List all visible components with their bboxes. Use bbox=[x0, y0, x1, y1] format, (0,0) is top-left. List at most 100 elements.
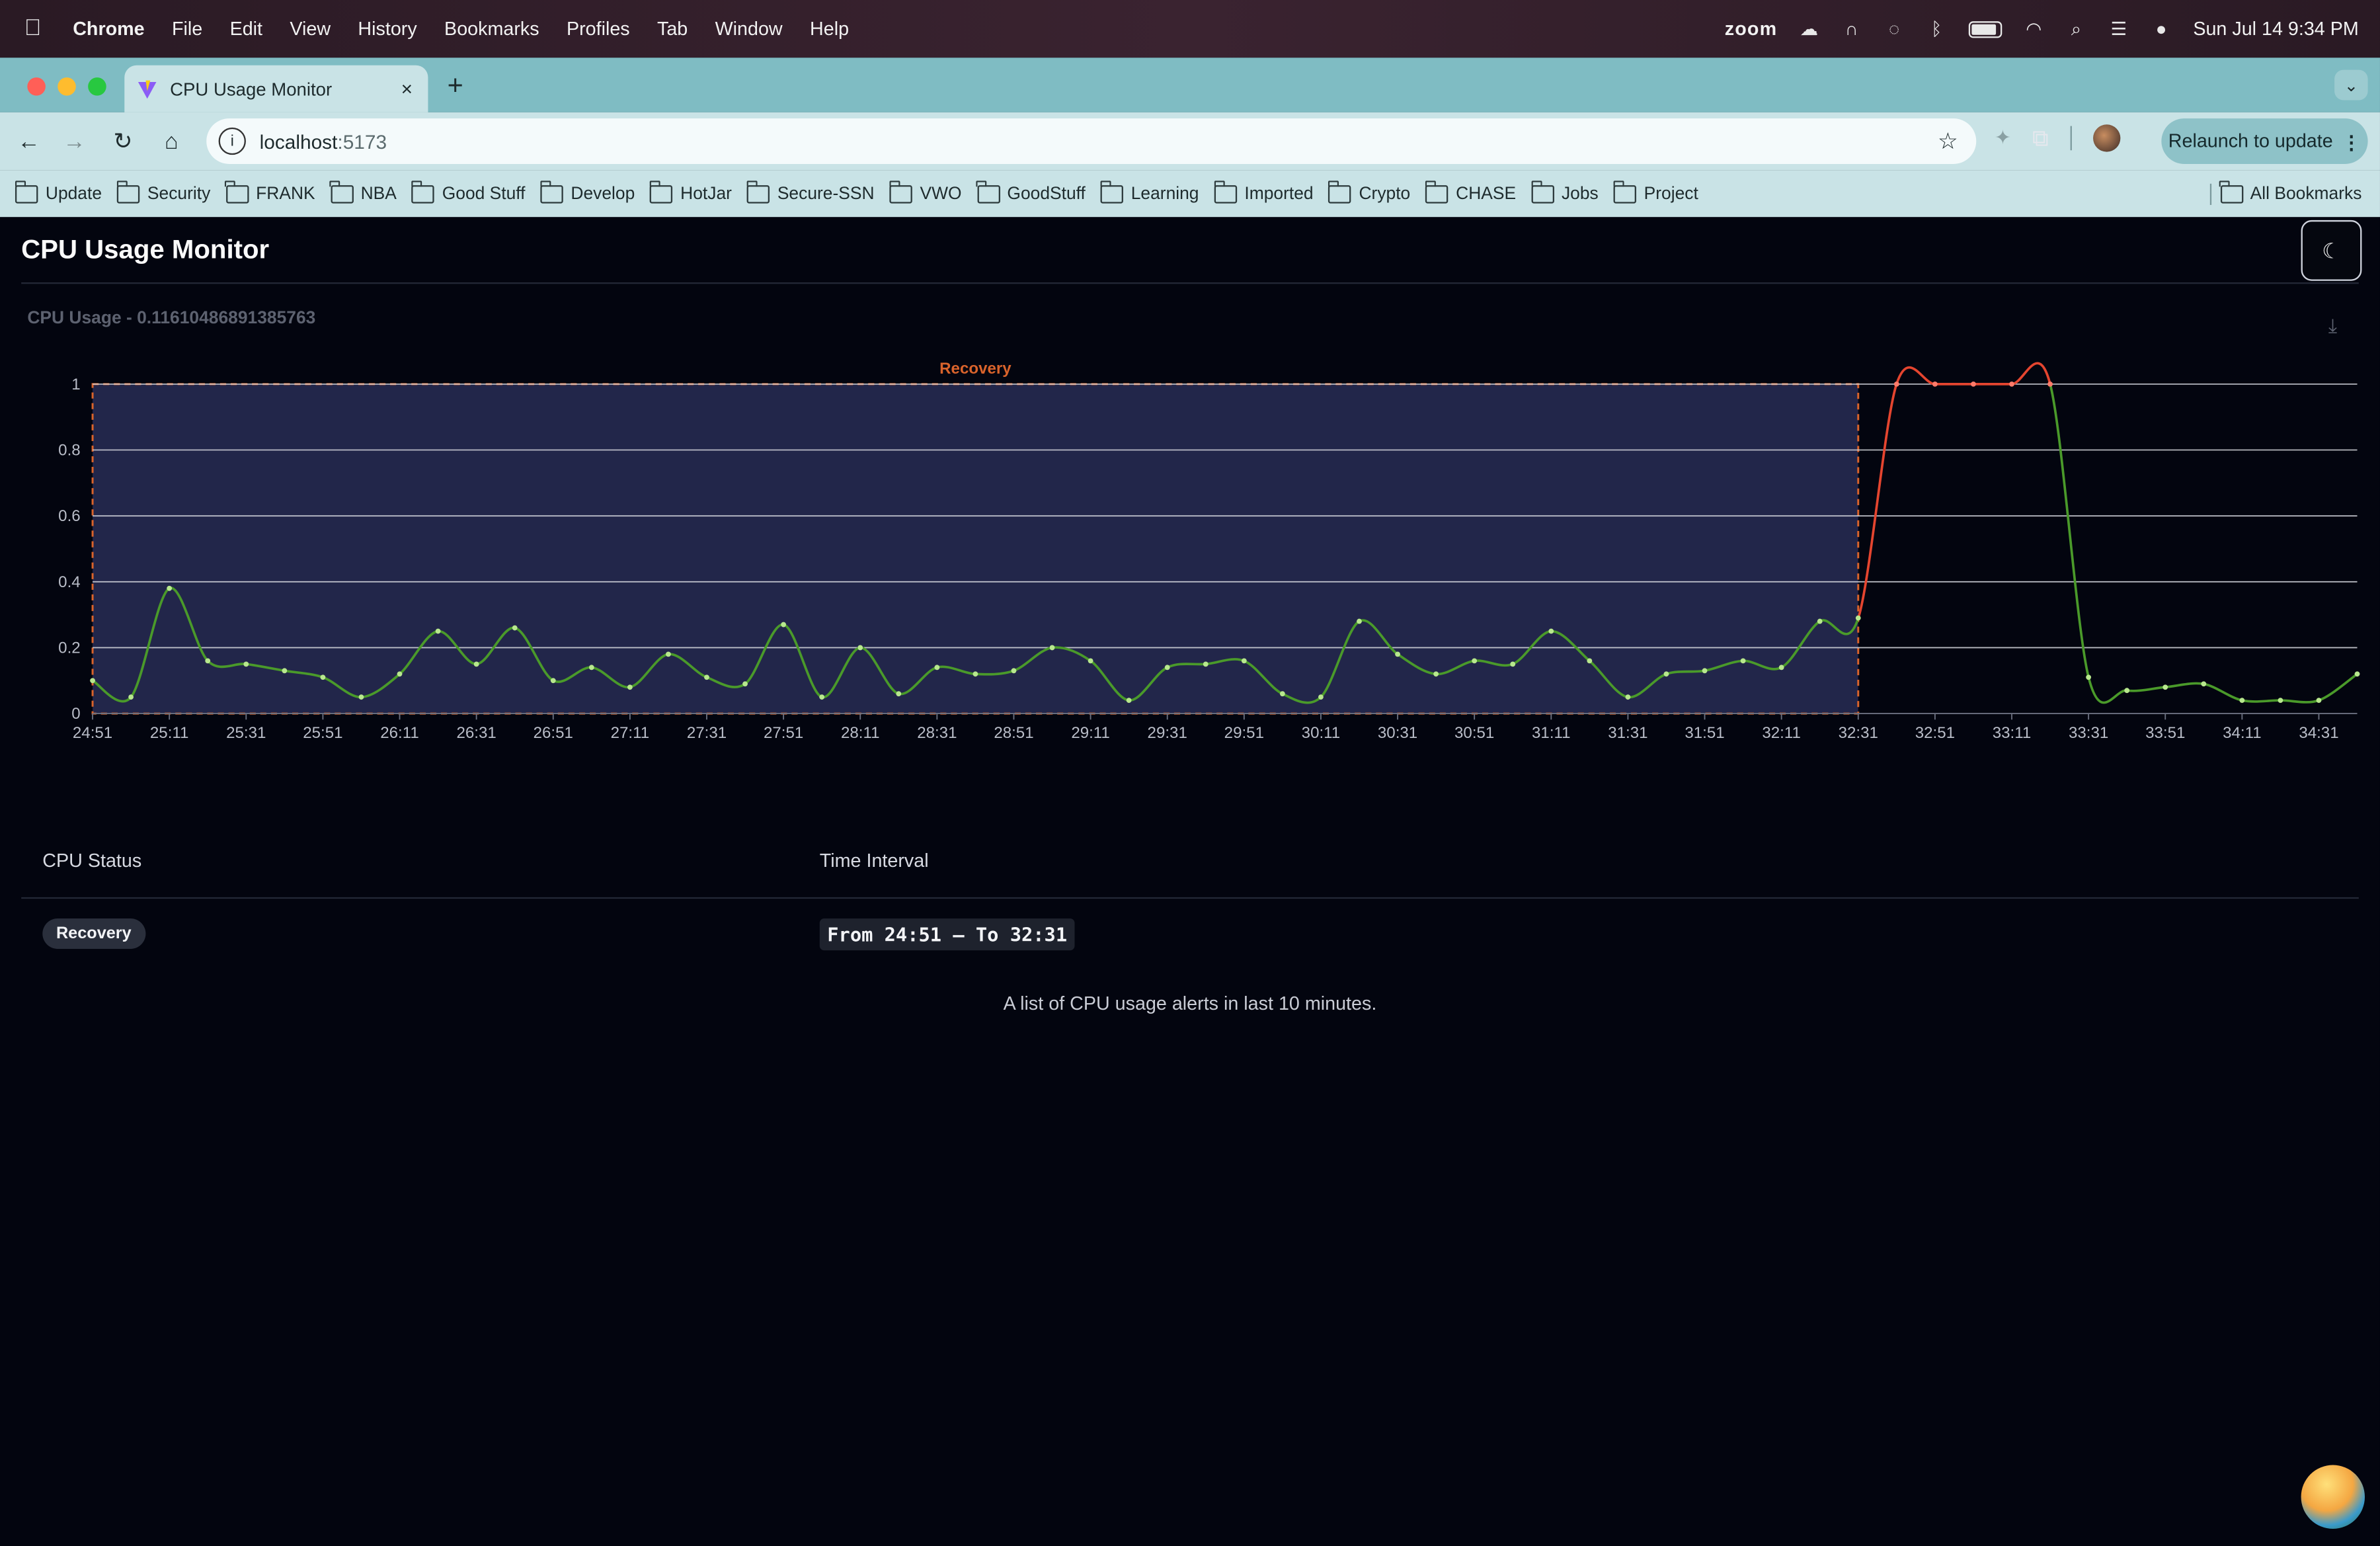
wifi-icon[interactable]: ◠ bbox=[2023, 19, 2044, 40]
weather-icon[interactable]: ☁ bbox=[1798, 19, 1819, 40]
headphones-icon[interactable]: ∩ bbox=[1841, 19, 1862, 40]
menu-tab[interactable]: Tab bbox=[657, 19, 688, 40]
folder-icon bbox=[746, 181, 770, 203]
bookmark-star-icon[interactable]: ☆ bbox=[1938, 128, 1958, 155]
cpu-alert-line bbox=[1857, 362, 2051, 619]
control-center-icon[interactable]: ☰ bbox=[2108, 19, 2129, 40]
x-tick-label: 31:31 bbox=[1608, 724, 1647, 742]
new-tab-button[interactable]: + bbox=[440, 70, 471, 102]
data-point bbox=[742, 681, 748, 687]
tab-cpu-usage-monitor[interactable]: CPU Usage Monitor × bbox=[124, 65, 428, 112]
x-tick-label: 28:11 bbox=[841, 724, 880, 742]
zoom-status-item[interactable]: zoom bbox=[1725, 19, 1778, 40]
data-point bbox=[2278, 698, 2283, 704]
bookmark-nba[interactable]: NBA bbox=[330, 181, 397, 203]
siri-icon[interactable]: ● bbox=[2151, 19, 2172, 40]
table-header-divider bbox=[21, 897, 2359, 899]
x-tick-label: 32:11 bbox=[1762, 724, 1801, 742]
window-controls bbox=[27, 77, 106, 96]
x-tick-label: 33:51 bbox=[2145, 724, 2185, 742]
forward-arrow-icon[interactable]: → bbox=[58, 124, 91, 158]
menu-view[interactable]: View bbox=[290, 19, 331, 40]
data-point bbox=[128, 694, 134, 700]
site-info-icon[interactable]: i bbox=[218, 127, 246, 155]
header-cpu-status: CPU Status bbox=[42, 850, 142, 872]
data-point bbox=[1740, 658, 1746, 664]
bookmark-secure-ssn[interactable]: Secure-SSN bbox=[746, 181, 875, 203]
bookmark-label: Crypto bbox=[1359, 184, 1411, 203]
menu-datetime[interactable]: Sun Jul 14 9:34 PM bbox=[2193, 19, 2359, 40]
bookmark-jobs[interactable]: Jobs bbox=[1530, 181, 1599, 203]
menu-edit[interactable]: Edit bbox=[230, 19, 262, 40]
reload-icon[interactable]: ↻ bbox=[106, 124, 140, 158]
bookmark-chase[interactable]: CHASE bbox=[1425, 181, 1516, 203]
kebab-menu-icon[interactable]: ⋮ bbox=[2342, 130, 2361, 153]
menu-history[interactable]: History bbox=[358, 19, 416, 40]
url-host: localhost bbox=[259, 130, 338, 153]
x-tick-label: 25:11 bbox=[150, 724, 189, 742]
bookmark-label: Good Stuff bbox=[442, 184, 526, 203]
download-icon[interactable]: ⤓ bbox=[2328, 314, 2337, 339]
y-tick-label: 0 bbox=[71, 705, 80, 723]
bookmark-update[interactable]: Update bbox=[15, 181, 102, 203]
data-point bbox=[1164, 665, 1170, 671]
apple-icon[interactable]:  bbox=[24, 17, 46, 39]
status-badge: Recovery bbox=[42, 918, 145, 949]
menu-window[interactable]: Window bbox=[715, 19, 783, 40]
bookmark-label: Update bbox=[45, 184, 102, 203]
bluetooth-icon[interactable]: ᛒ bbox=[1926, 19, 1947, 40]
theme-toggle-button[interactable]: ☾ bbox=[2301, 220, 2362, 281]
folder-icon bbox=[330, 181, 354, 203]
x-tick-label: 27:11 bbox=[611, 724, 650, 742]
bookmark-label: Secure-SSN bbox=[777, 184, 875, 203]
bookmark-security[interactable]: Security bbox=[116, 181, 211, 203]
floating-avatar-button[interactable] bbox=[2301, 1465, 2365, 1529]
tab-title: CPU Usage Monitor bbox=[170, 78, 333, 100]
menu-bookmarks[interactable]: Bookmarks bbox=[444, 19, 539, 40]
battery-icon[interactable] bbox=[1968, 20, 2003, 38]
menu-profiles[interactable]: Profiles bbox=[567, 19, 630, 40]
menu-file[interactable]: File bbox=[172, 19, 202, 40]
close-window-button[interactable] bbox=[27, 77, 46, 96]
x-tick-label: 26:31 bbox=[456, 724, 496, 742]
tab-search-dropdown-icon[interactable]: ⌄ bbox=[2334, 69, 2368, 101]
bookmark-vwo[interactable]: VWO bbox=[889, 181, 962, 203]
data-point bbox=[1778, 665, 1784, 671]
menu-app-chrome[interactable]: Chrome bbox=[73, 19, 144, 40]
profile-avatar[interactable] bbox=[2092, 124, 2120, 152]
bookmark-good-stuff[interactable]: Good Stuff bbox=[411, 181, 526, 203]
home-icon[interactable]: ⌂ bbox=[155, 124, 188, 158]
all-bookmarks-button[interactable]: All Bookmarks bbox=[2219, 181, 2361, 203]
data-point bbox=[1126, 698, 1132, 704]
back-arrow-icon[interactable]: ← bbox=[12, 124, 46, 158]
folder-icon bbox=[15, 181, 38, 203]
data-point bbox=[1702, 668, 1708, 674]
focus-icon[interactable]: ◌ bbox=[1884, 19, 1905, 40]
menu-help[interactable]: Help bbox=[810, 19, 849, 40]
data-point bbox=[934, 665, 940, 671]
bookmark-learning[interactable]: Learning bbox=[1100, 181, 1199, 203]
toolbar-separator bbox=[2069, 126, 2072, 151]
bookmark-label: Security bbox=[147, 184, 211, 203]
maximize-window-button[interactable] bbox=[88, 77, 106, 96]
address-bar[interactable]: i localhost:5173 ☆ bbox=[206, 118, 1977, 164]
data-point bbox=[1088, 658, 1093, 664]
bookmark-hotjar[interactable]: HotJar bbox=[649, 181, 732, 203]
search-icon[interactable]: ⌕ bbox=[2065, 17, 2086, 38]
x-tick-label: 34:11 bbox=[2223, 724, 2262, 742]
data-point bbox=[972, 671, 978, 677]
tab-close-icon[interactable]: × bbox=[395, 77, 419, 100]
bookmark-imported[interactable]: Imported bbox=[1214, 181, 1314, 203]
extensions-puzzle-icon[interactable]: ⧉ bbox=[2032, 125, 2049, 151]
bookmark-goodstuff[interactable]: GoodStuff bbox=[976, 181, 1086, 203]
bookmark-develop[interactable]: Develop bbox=[540, 181, 635, 203]
bookmark-frank[interactable]: FRANK bbox=[225, 181, 315, 203]
x-tick-label: 30:51 bbox=[1454, 724, 1494, 742]
relaunch-to-update-button[interactable]: Relaunch to update ⋮ bbox=[2161, 118, 2368, 164]
data-point bbox=[819, 694, 825, 700]
bookmark-crypto[interactable]: Crypto bbox=[1328, 181, 1411, 203]
data-point bbox=[2162, 684, 2168, 690]
extension-icon[interactable]: ✦ bbox=[1995, 126, 2011, 151]
bookmark-project[interactable]: Project bbox=[1613, 181, 1698, 203]
minimize-window-button[interactable] bbox=[58, 77, 76, 96]
